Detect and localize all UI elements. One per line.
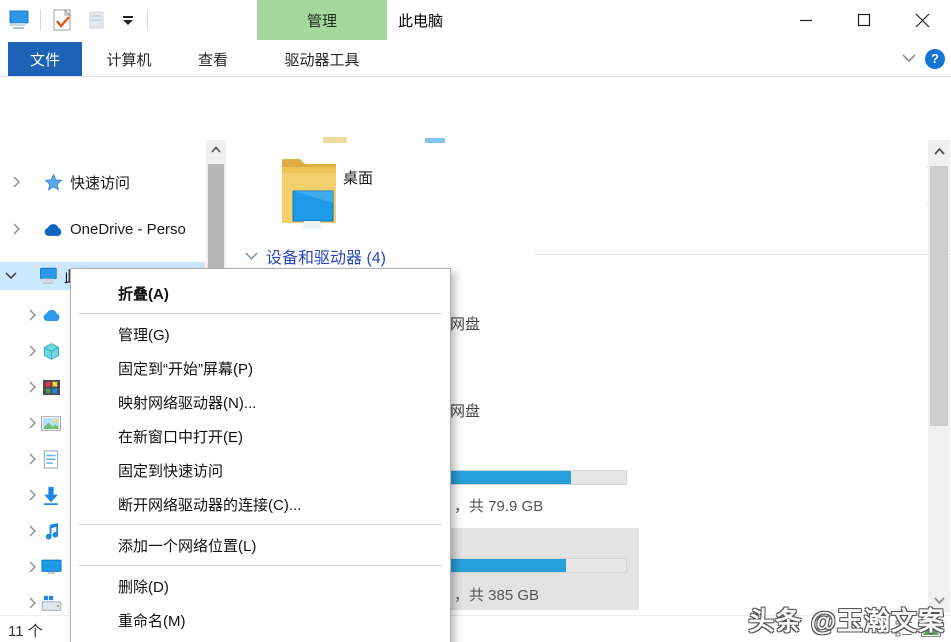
file-explorer-window: 管理 此电脑 文件 计算机 查看 驱动器工具 ?: [0, 0, 951, 642]
downloads-icon: [40, 486, 62, 505]
chevron-right-icon[interactable]: [26, 345, 40, 357]
cloud-drive-icon: [40, 308, 62, 322]
toolbar-separator: [40, 10, 41, 30]
chevron-right-icon[interactable]: [26, 561, 40, 573]
scrollbar-thumb[interactable]: [208, 164, 224, 274]
devices-group-header[interactable]: 设备和驱动器 (4): [245, 244, 386, 268]
sidebar-item-label[interactable]: OneDrive - Perso: [70, 221, 186, 238]
maximize-button[interactable]: [835, 0, 893, 40]
chevron-right-icon[interactable]: [26, 489, 40, 501]
chevron-right-icon[interactable]: [26, 453, 40, 465]
watermark: 头条 @玉瀚文案: [748, 601, 945, 638]
system-drive-icon: [40, 595, 62, 612]
menu-item-delete[interactable]: 删除(D): [71, 569, 450, 603]
group-divider: [535, 254, 951, 255]
context-menu: 折叠(A) 管理(G) 固定到“开始”屏幕(P) 映射网络驱动器(N)... 在…: [70, 268, 451, 642]
menu-item-rename[interactable]: 重命名(M): [71, 603, 450, 637]
sidebar-item-onedrive[interactable]: OneDrive - Perso: [0, 215, 205, 243]
drive-label-fragment[interactable]: 网盘: [450, 400, 480, 421]
devices-group-label[interactable]: 设备和驱动器 (4): [266, 244, 386, 268]
capacity-bar-fill: [431, 559, 566, 572]
chevron-down-icon[interactable]: [4, 272, 18, 280]
capacity-bar: [430, 558, 627, 573]
star-icon: [42, 173, 64, 192]
ribbon-tab-bar: 文件 计算机 查看 驱动器工具 ?: [0, 40, 951, 77]
help-icon[interactable]: ?: [925, 49, 945, 69]
3d-objects-icon: [40, 342, 62, 361]
ribbon-right-controls: ?: [901, 40, 945, 77]
chevron-right-icon[interactable]: [10, 176, 24, 188]
menu-item-pin-to-start[interactable]: 固定到“开始”屏幕(P): [71, 351, 450, 385]
sidebar-item-quick-access[interactable]: 快速访问: [0, 168, 205, 196]
tab-view[interactable]: 查看: [180, 42, 246, 76]
chevron-right-icon[interactable]: [26, 597, 40, 609]
folder-item-label[interactable]: 桌面: [343, 167, 373, 188]
videos-icon: [40, 379, 62, 396]
scrollbar-thumb[interactable]: [930, 166, 948, 426]
chevron-right-icon[interactable]: [26, 525, 40, 537]
dropdown-bar: [123, 16, 133, 18]
tab-drive-tools[interactable]: 驱动器工具: [257, 42, 387, 76]
titlebar: 管理 此电脑: [0, 0, 951, 40]
tab-computer[interactable]: 计算机: [93, 42, 165, 76]
chevron-right-icon[interactable]: [26, 309, 40, 321]
menu-item-manage[interactable]: 管理(G): [71, 317, 450, 351]
window-controls: [777, 0, 951, 40]
toolbar-separator: [147, 10, 148, 30]
menu-item-collapse[interactable]: 折叠(A): [71, 276, 450, 310]
scroll-up-icon[interactable]: [928, 142, 950, 160]
drive-size-text: ，共 385 GB: [454, 584, 539, 605]
dropdown-arrow-icon: [123, 20, 133, 25]
menu-item-disconnect-network-drive[interactable]: 断开网络驱动器的连接(C)...: [71, 487, 450, 521]
contextual-tab-group-manage: 管理: [257, 0, 387, 40]
close-button[interactable]: [893, 0, 951, 40]
pictures-icon: [40, 416, 62, 431]
desktop-folder-icon: [280, 151, 338, 239]
desktop-icon: [40, 559, 62, 575]
customize-toolbar-dropdown[interactable]: [119, 6, 137, 34]
menu-separator: [79, 313, 442, 314]
onedrive-cloud-icon: [42, 222, 64, 237]
collapse-ribbon-chevron-icon[interactable]: [901, 50, 917, 68]
sidebar-item-label[interactable]: 快速访问: [70, 172, 130, 193]
clipped-item-remnant: [425, 138, 445, 143]
chevron-right-icon[interactable]: [26, 381, 40, 393]
menu-separator: [79, 565, 442, 566]
chevron-right-icon[interactable]: [26, 417, 40, 429]
minimize-button[interactable]: [777, 0, 835, 40]
folder-item-desktop[interactable]: [280, 151, 338, 244]
content-scrollbar[interactable]: [928, 140, 950, 612]
capacity-bar-fill: [431, 471, 571, 484]
drive-size-text: ，共 79.9 GB: [454, 495, 543, 516]
properties-check-icon[interactable]: [51, 6, 75, 34]
navigation-bar: 此电脑 在 此电脑 中搜索: [0, 77, 951, 137]
music-icon: [40, 522, 62, 541]
chevron-right-icon[interactable]: [10, 223, 24, 235]
menu-item-pin-to-quick-access[interactable]: 固定到快速访问: [71, 453, 450, 487]
window-title: 此电脑: [398, 0, 443, 40]
this-pc-icon: [6, 6, 30, 34]
chevron-down-icon[interactable]: [245, 252, 258, 261]
this-pc-icon: [36, 267, 58, 285]
scroll-up-icon[interactable]: [206, 140, 226, 158]
item-count: 11 个: [8, 620, 43, 641]
capacity-bar: [430, 470, 627, 485]
menu-separator: [79, 524, 442, 525]
menu-item-map-network-drive[interactable]: 映射网络驱动器(N)...: [71, 385, 450, 419]
documents-icon: [40, 450, 62, 469]
new-folder-icon[interactable]: [85, 6, 109, 34]
menu-item-add-network-location[interactable]: 添加一个网络位置(L): [71, 528, 450, 562]
menu-item-open-in-new-window[interactable]: 在新窗口中打开(E): [71, 419, 450, 453]
tab-file[interactable]: 文件: [8, 42, 82, 76]
quick-access-toolbar: [6, 0, 148, 40]
clipped-item-remnant: [323, 137, 347, 143]
drive-label-fragment[interactable]: 网盘: [450, 313, 480, 334]
